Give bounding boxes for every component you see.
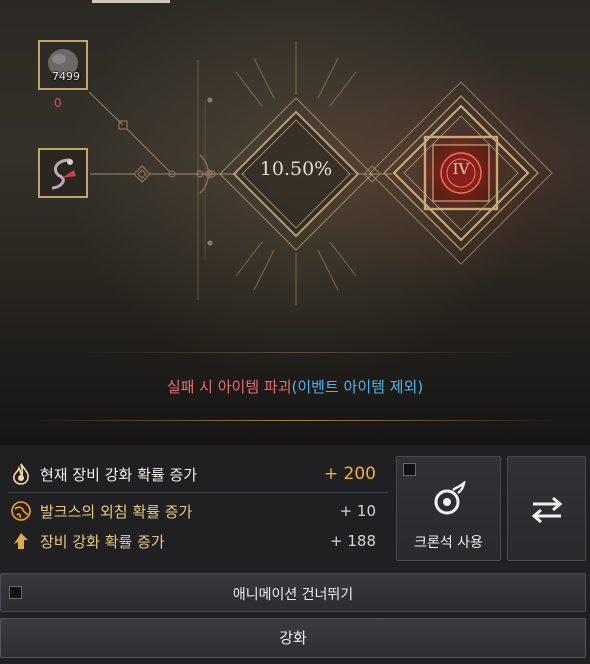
bonus-value: + 200 — [323, 464, 376, 484]
swap-icon — [531, 496, 563, 524]
crown-stone-label: 크론석 사용 — [414, 535, 483, 551]
divider — [8, 492, 388, 493]
bonus-label: 장비 강화 확률 증가 — [40, 532, 165, 551]
swap-button[interactable] — [507, 456, 586, 561]
crown-stone-checkbox[interactable] — [403, 463, 416, 476]
crown-stone-button[interactable]: 크론석 사용 — [396, 456, 501, 561]
warning-note-text: (이벤트 아이템 제외) — [291, 378, 424, 396]
enhance-tier-badge: IV — [452, 160, 470, 178]
chain-weapon-icon — [40, 150, 86, 196]
bonus-row-equipment: 장비 강화 확률 증가 — [10, 529, 165, 553]
success-rate: 10.50% — [259, 158, 333, 180]
bonus-label: 현재 장비 강화 확률 증가 — [40, 465, 198, 484]
bonus-value: + 10 — [339, 502, 376, 520]
destruction-warning: 실패 시 아이템 파괴(이벤트 아이템 제외) — [0, 376, 590, 397]
bonus-row-current: 현재 장비 강화 확률 증가 — [10, 462, 197, 486]
leapstone-count: 7499 — [52, 70, 80, 83]
bonus-value: + 188 — [330, 532, 376, 550]
warning-main-text: 실패 시 아이템 파괴 — [166, 378, 292, 396]
crown-stone-icon — [434, 481, 466, 515]
skip-animation-toggle[interactable]: 애니메이션 건너뛰기 — [0, 573, 586, 612]
bonus-label: 발크스의 외침 확률 증가 — [40, 502, 193, 521]
globe-icon — [10, 500, 32, 522]
skip-animation-label: 애니메이션 건너뛰기 — [232, 587, 354, 603]
enhance-stage: 7499 0 10.50% IV 실패 시 아이템 파괴(이벤트 아이템 제외) — [0, 0, 590, 445]
flame-icon — [10, 463, 32, 485]
enhance-button[interactable]: 강화 — [0, 618, 586, 658]
leapstone-slot[interactable]: 7499 — [38, 40, 88, 90]
up-arrow-icon — [10, 530, 32, 552]
divider — [80, 352, 520, 353]
weapon-slot[interactable] — [38, 148, 88, 198]
bonus-row-valtan: 발크스의 외침 확률 증가 — [10, 499, 192, 523]
leapstone-required: 0 — [54, 96, 62, 110]
gold-divider — [30, 420, 560, 421]
